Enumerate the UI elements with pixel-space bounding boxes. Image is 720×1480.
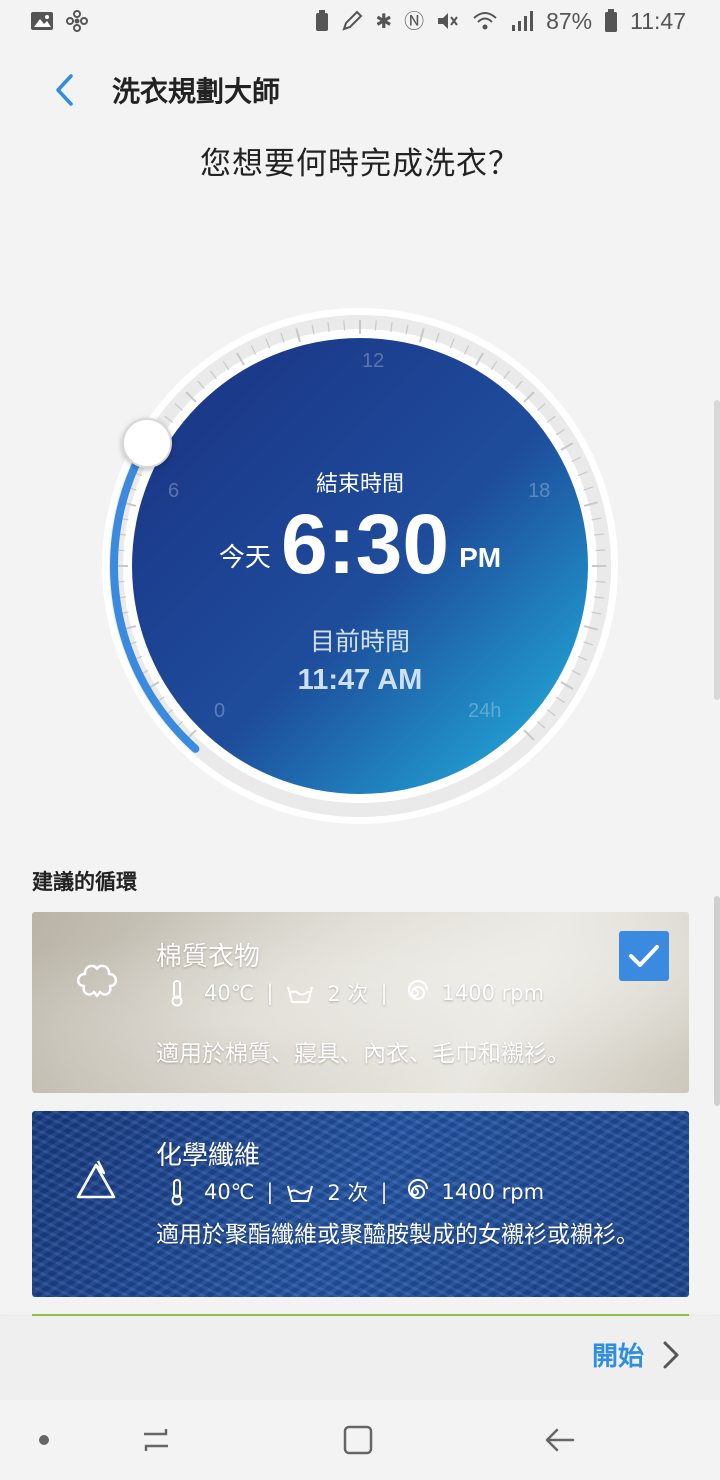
back-arrow-icon: [545, 1428, 575, 1452]
dial-tick-12: 12: [362, 350, 385, 372]
mute-icon: [438, 13, 458, 29]
cycle-card-cotton[interactable]: 棉質衣物 40℃ | 2 次 | 1400 rpm 適用於棉質、寢具、內衣、毛巾…: [32, 912, 689, 1093]
cycle-rinse: 2 次: [327, 982, 369, 1006]
dial-tick-0: 0: [214, 700, 226, 722]
chevron-left-icon: [56, 74, 73, 106]
battery-icon: [605, 9, 618, 32]
thermometer-icon: [162, 1177, 192, 1207]
gallery-icon: [31, 12, 53, 30]
scrollbar-thumb-list[interactable]: [714, 896, 720, 1106]
current-time-value: 11:47 AM: [297, 664, 423, 696]
cycle-description: 適用於棉質、寢具、內衣、毛巾和襯衫。: [156, 1041, 570, 1067]
nav-dot-button[interactable]: [24, 1420, 64, 1460]
system-nav-bar: [0, 1400, 720, 1480]
cycle-description: 適用於聚酯纖維或聚醯胺製成的女襯衫或襯衫。: [156, 1222, 639, 1248]
end-time-ampm: PM: [459, 542, 502, 573]
page-title: 洗衣規劃大師: [112, 75, 281, 108]
cycle-temperature: 40℃: [204, 1180, 255, 1204]
spin-icon: [400, 1177, 430, 1207]
end-day: 今天: [218, 543, 271, 573]
nav-back-button[interactable]: [540, 1420, 580, 1460]
nav-recents-button[interactable]: [136, 1420, 176, 1460]
pinwheel-icon: [66, 10, 88, 32]
cycle-temperature: 40℃: [204, 981, 255, 1005]
cotton-icon: [76, 964, 118, 998]
chevron-right-icon: [663, 1341, 679, 1368]
wifi-icon: [473, 12, 497, 30]
start-button[interactable]: 開始: [592, 1336, 680, 1373]
cycle-name: 化學纖維: [156, 1141, 261, 1171]
cycle-specs: 40℃ | 2 次 | 1400 rpm: [162, 978, 544, 1008]
bluetooth-icon: ✱: [375, 9, 393, 33]
rinse-icon: [285, 978, 315, 1008]
status-bar: ✱ Ⓝ 87% 11:47: [0, 0, 720, 42]
start-button-label: 開始: [591, 1342, 644, 1372]
synthetic-fiber-icon: [76, 1160, 116, 1199]
cycle-checkbox[interactable]: [619, 931, 669, 981]
end-time-value: 6:30: [280, 497, 450, 591]
suggested-cycles-title: 建議的循環: [32, 870, 137, 894]
checkmark-icon: [629, 945, 659, 967]
nfc-icon: Ⓝ: [404, 9, 425, 33]
rinse-icon: [285, 1177, 315, 1207]
dot-icon: [39, 1435, 49, 1445]
cycle-rinse: 2 次: [327, 1181, 369, 1205]
status-time: 11:47: [630, 7, 686, 34]
recents-icon: [144, 1429, 168, 1451]
status-right: ✱ Ⓝ 87% 11:47: [315, 8, 686, 35]
cycle-name: 棉質衣物: [156, 942, 261, 972]
time-dial[interactable]: 12 6 18 0 24h 結束時間 今天 6:30 PM 目前時間 11:47…: [100, 306, 620, 826]
cycle-specs: 40℃ | 2 次 | 1400 rpm: [162, 1177, 544, 1207]
back-button[interactable]: [44, 70, 84, 110]
dial-handle[interactable]: [122, 418, 172, 468]
home-square-icon: [343, 1425, 373, 1455]
cycle-card-synthetic[interactable]: 化學纖維 40℃ | 2 次 | 1400 rpm 適用於聚酯纖維或聚醯胺製成的…: [32, 1111, 689, 1297]
end-time-label: 結束時間: [315, 472, 404, 497]
end-time-row: 今天 6:30 PM: [100, 502, 620, 586]
app-header: 洗衣規劃大師: [0, 60, 720, 120]
dial-tick-24h: 24h: [468, 700, 502, 722]
spin-icon: [400, 978, 430, 1008]
finish-time-question: 您想要何時完成洗衣？: [200, 146, 520, 182]
nav-home-button[interactable]: [338, 1420, 378, 1460]
status-left: [30, 10, 88, 32]
signal-icon: [512, 11, 534, 31]
cycle-spin: 1400 rpm: [441, 1180, 545, 1204]
current-time-label: 目前時間: [309, 627, 410, 656]
pen-icon: [342, 10, 363, 31]
bottom-action-bar: 開始: [0, 1316, 720, 1400]
thermometer-icon: [162, 978, 192, 1008]
battery-saver-icon: [316, 10, 329, 31]
cycle-spin: 1400 rpm: [441, 981, 545, 1005]
battery-percent: 87%: [546, 7, 593, 34]
scrollbar-thumb[interactable]: [714, 400, 720, 700]
